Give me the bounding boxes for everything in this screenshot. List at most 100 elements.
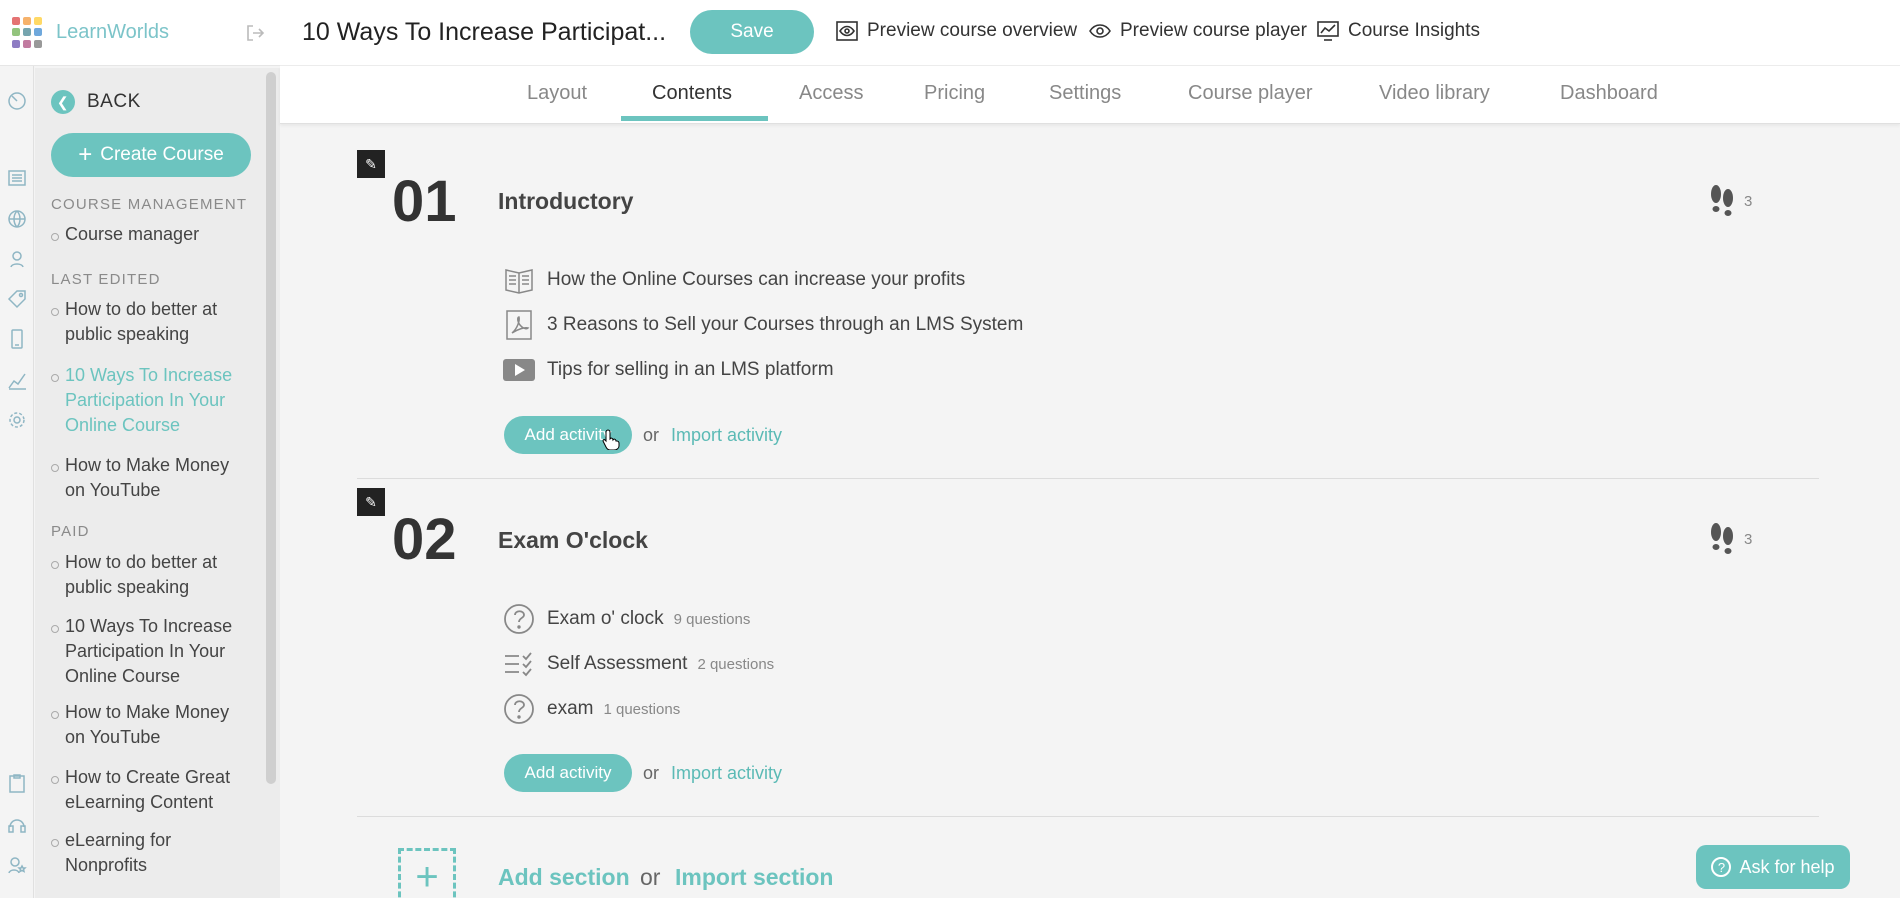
activity-item[interactable]: Tips for selling in an LMS platform — [503, 354, 834, 386]
courses-icon[interactable] — [6, 167, 28, 189]
preview-course-player-link[interactable]: Preview course player — [1088, 20, 1307, 42]
section-divider — [357, 478, 1819, 479]
sidebar-item-course[interactable]: How to do better at public speaking — [51, 297, 251, 347]
activity-item[interactable]: Self Assessment 2 questions — [503, 648, 774, 680]
activity-meta: 9 questions — [673, 610, 751, 628]
tab-pricing[interactable]: Pricing — [924, 82, 985, 105]
activity-item[interactable]: exam 1 questions — [503, 693, 680, 725]
insights-chart-icon — [1317, 21, 1339, 41]
sidebar-item-course[interactable]: How to do better at public speaking — [51, 550, 251, 600]
tab-dashboard[interactable]: Dashboard — [1560, 82, 1658, 105]
active-tab-indicator — [621, 116, 768, 121]
activity-item[interactable]: How the Online Courses can increase your… — [503, 264, 965, 296]
plus-icon: + — [78, 141, 93, 168]
chevron-left-icon: ❮ — [51, 90, 75, 114]
activity-title: exam — [547, 698, 594, 719]
reports-chart-icon[interactable] — [6, 369, 28, 391]
ask-for-help-button[interactable]: ? Ask for help — [1696, 845, 1850, 889]
or-text: or — [643, 763, 660, 783]
sidebar-item-course-manager[interactable]: Course manager — [51, 222, 251, 247]
logo-bar: LearnWorlds — [0, 0, 280, 66]
tab-layout[interactable]: Layout — [527, 82, 587, 105]
preview-course-overview-link[interactable]: Preview course overview — [835, 20, 1077, 42]
or-text: or — [640, 864, 661, 890]
question-icon — [503, 693, 535, 725]
back-button[interactable]: ❮ BACK — [51, 90, 141, 114]
tab-video-library[interactable]: Video library — [1379, 82, 1490, 105]
website-icon[interactable] — [6, 208, 28, 230]
add-activity-button[interactable]: Add activity — [504, 754, 632, 792]
clipboard-icon[interactable] — [6, 772, 28, 794]
video-icon — [503, 354, 535, 386]
section-title[interactable]: Introductory — [498, 188, 633, 215]
create-course-label: Create Course — [100, 144, 224, 165]
support-headset-icon[interactable] — [6, 814, 28, 836]
import-activity-link[interactable]: Import activity — [671, 425, 782, 446]
icon-rail — [0, 0, 34, 898]
dashboard-icon[interactable] — [6, 90, 28, 112]
pdf-icon — [503, 309, 535, 341]
top-header: 10 Ways To Increase Participat... Save P… — [280, 0, 1900, 66]
sidebar-item-course[interactable]: eLearning for Nonprofits — [51, 828, 251, 878]
sidebar-item-course[interactable]: 10 Ways To Increase Participation In You… — [51, 614, 251, 689]
edit-pencil-icon[interactable]: ✎ — [357, 488, 385, 516]
marketing-tag-icon[interactable] — [6, 288, 28, 310]
activity-item[interactable]: Exam o' clock 9 questions — [503, 603, 750, 635]
mobile-app-icon[interactable] — [6, 328, 28, 350]
section-steps: 3 — [1708, 520, 1752, 558]
footsteps-icon — [1711, 185, 1733, 216]
steps-count: 3 — [1744, 530, 1753, 548]
course-insights-link[interactable]: Course Insights — [1316, 20, 1480, 42]
add-section-plus-icon[interactable]: + — [398, 848, 456, 898]
ask-for-help-label: Ask for help — [1739, 856, 1835, 877]
question-icon — [503, 603, 535, 635]
hand-cursor-icon — [602, 428, 620, 455]
ebook-icon — [503, 264, 535, 296]
learnworlds-logo-icon — [12, 16, 44, 49]
sidebar-section-title: PAID — [51, 523, 90, 540]
settings-gear-icon[interactable] — [6, 409, 28, 431]
section-title[interactable]: Exam O'clock — [498, 527, 648, 554]
section-number: 01 — [392, 169, 457, 234]
logout-icon[interactable] — [244, 22, 266, 49]
sidebar-item-course[interactable]: How to Create Great eLearning Content — [51, 765, 251, 815]
add-section-link[interactable]: Add section — [498, 864, 630, 891]
app-root: LearnWorlds ❮ BACK + Create Course COURS… — [0, 0, 1900, 898]
activity-item[interactable]: 3 Reasons to Sell your Courses through a… — [503, 309, 1023, 341]
sidebar-item-course[interactable]: How to Make Money on YouTube — [51, 453, 251, 503]
import-section-link[interactable]: Import section — [675, 864, 833, 891]
create-course-button[interactable]: + Create Course — [51, 133, 251, 177]
footsteps-icon — [1711, 523, 1733, 554]
tab-contents[interactable]: Contents — [652, 82, 732, 105]
eye-icon — [1089, 24, 1111, 38]
activity-title: How the Online Courses can increase your… — [547, 269, 966, 290]
sidebar-scrollbar[interactable] — [266, 72, 276, 784]
course-insights-label: Course Insights — [1348, 20, 1481, 41]
checklist-icon — [503, 648, 535, 680]
activity-title: Tips for selling in an LMS platform — [547, 359, 834, 380]
eye-icon — [836, 21, 858, 41]
section-divider — [357, 816, 1819, 817]
tab-settings[interactable]: Settings — [1049, 82, 1121, 105]
tab-bar: Layout Contents Access Pricing Settings … — [280, 66, 1900, 124]
help-question-icon: ? — [1711, 857, 1732, 877]
preview-course-overview-label: Preview course overview — [867, 20, 1078, 41]
tab-access[interactable]: Access — [799, 82, 863, 105]
edit-pencil-icon[interactable]: ✎ — [357, 150, 385, 178]
activity-title: Exam o' clock — [547, 608, 664, 629]
activity-title: 3 Reasons to Sell your Courses through a… — [547, 314, 1024, 335]
users-icon[interactable] — [6, 248, 28, 270]
brand-name: LearnWorlds — [56, 21, 170, 43]
save-button[interactable]: Save — [690, 10, 814, 54]
sidebar-item-course[interactable]: How to Make Money on YouTube — [51, 700, 251, 750]
preview-course-player-label: Preview course player — [1120, 20, 1307, 41]
tab-course-player[interactable]: Course player — [1188, 82, 1313, 105]
user-star-icon[interactable] — [6, 854, 28, 876]
or-text: or — [643, 425, 660, 445]
activity-title: Self Assessment — [547, 653, 688, 674]
sidebar-section-title: LAST EDITED — [51, 271, 161, 288]
section-steps: 3 — [1708, 182, 1752, 220]
sidebar-item-course-active[interactable]: 10 Ways To Increase Participation In You… — [51, 363, 251, 438]
activity-meta: 1 questions — [603, 700, 681, 718]
import-activity-link[interactable]: Import activity — [671, 763, 782, 784]
